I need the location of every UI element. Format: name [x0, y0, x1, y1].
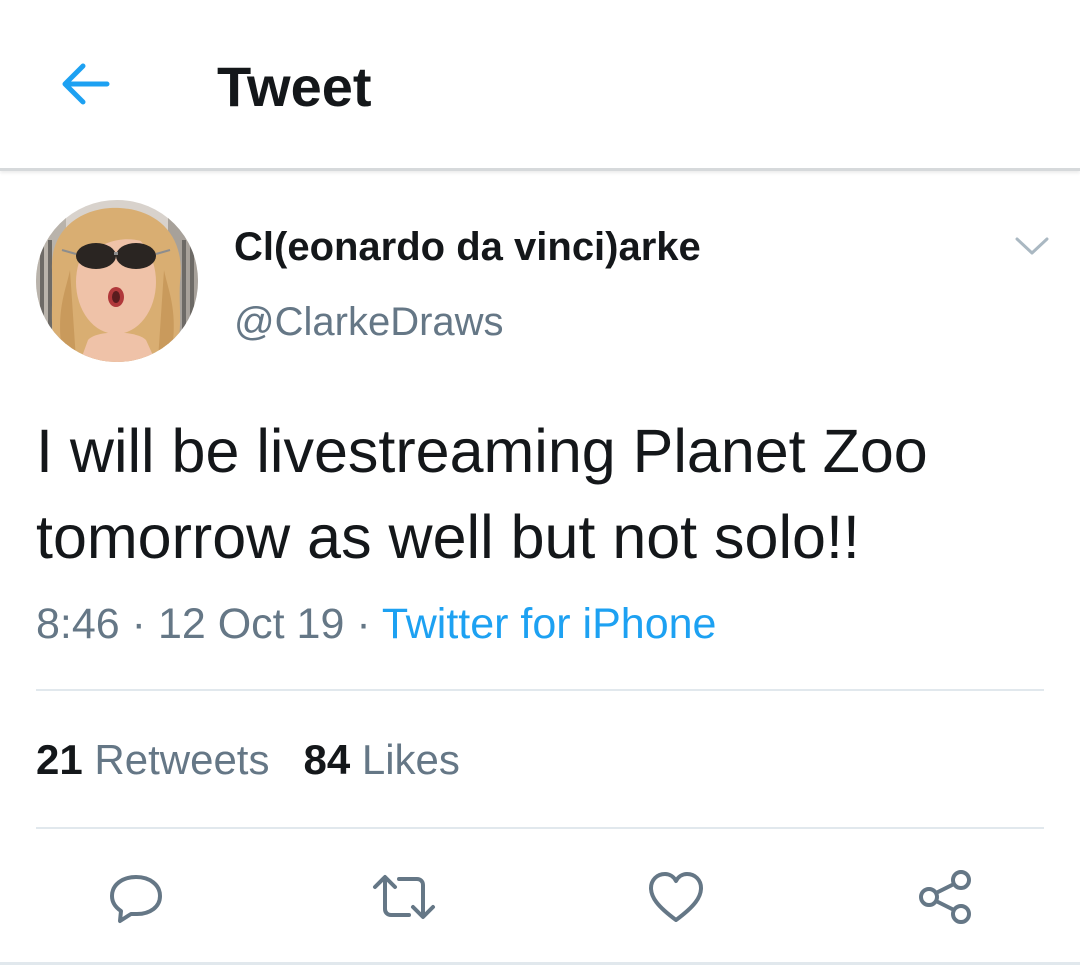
retweets-count: 21	[36, 736, 83, 783]
page-title: Tweet	[217, 55, 372, 118]
likes-count: 84	[303, 736, 351, 783]
chevron-down-icon	[1015, 237, 1049, 255]
avatar-photo	[36, 200, 198, 362]
tweet-text: I will be livestreaming Planet Zoo tomor…	[36, 417, 928, 571]
tweet-metadata: 8:46 · 12 Oct 19 · Twitter for iPhone	[36, 596, 716, 652]
separator: ·	[131, 600, 146, 648]
heart-icon	[649, 872, 703, 922]
divider	[0, 962, 1080, 965]
retweet-icon	[373, 875, 435, 919]
retweet-button[interactable]	[369, 862, 439, 932]
share-icon	[919, 870, 971, 924]
tweet-date: 12 Oct 19	[157, 600, 345, 648]
retweets-stat[interactable]: 21 Retweets	[36, 732, 269, 788]
tweet-source-link[interactable]: Twitter for iPhone	[382, 600, 717, 648]
divider	[36, 827, 1044, 829]
likes-label: Likes	[361, 736, 460, 783]
retweets-label: Retweets	[94, 736, 270, 783]
share-button[interactable]	[910, 862, 980, 932]
display-name[interactable]: Cl(eonardo da vinci)arke	[234, 222, 701, 272]
reply-button[interactable]	[101, 862, 171, 932]
user-handle[interactable]: @ClarkeDraws	[234, 297, 504, 347]
more-options-button[interactable]	[1010, 226, 1054, 266]
divider	[36, 689, 1044, 691]
separator: ·	[356, 600, 371, 648]
back-button[interactable]	[52, 56, 116, 112]
top-app-bar: Tweet	[0, 0, 1080, 171]
likes-stat[interactable]: 84 Likes	[303, 732, 459, 788]
arrow-left-icon	[62, 63, 110, 105]
tweet-time: 8:46	[36, 600, 120, 648]
like-button[interactable]	[641, 862, 711, 932]
avatar[interactable]	[36, 200, 198, 362]
engagement-stats: 21 Retweets 84 Likes	[36, 732, 460, 788]
reply-icon	[110, 875, 162, 923]
